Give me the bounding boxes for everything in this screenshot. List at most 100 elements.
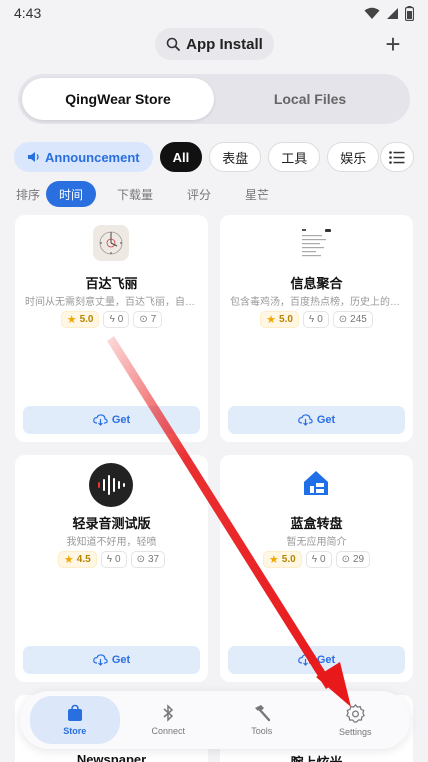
filter-chip-watchface[interactable]: 表盘 [209, 142, 262, 172]
filter-chip-all[interactable]: All [159, 142, 203, 172]
signal-icon [387, 7, 398, 19]
likes-value: 0 [115, 554, 121, 565]
cloud-download-icon [93, 654, 108, 666]
rating-value: 5.0 [279, 314, 293, 325]
get-button[interactable]: Get [228, 406, 405, 434]
app-icon-recorder [89, 463, 133, 507]
app-icon-bluebox [298, 465, 334, 501]
app-name: 蓝盒转盘 [290, 516, 343, 531]
app-name: 信息聚合 [290, 276, 343, 291]
app-icon-news [298, 225, 334, 261]
nav-tools-label: Tools [251, 726, 273, 736]
store-bag-icon [67, 704, 82, 721]
cloud-download-icon [298, 414, 313, 426]
get-label: Get [316, 654, 336, 666]
get-label: Get [111, 654, 131, 666]
nav-tools[interactable]: Tools [217, 696, 307, 744]
app-stats: ★ 5.0 ϟ0 ⊙ 245 [220, 311, 413, 328]
status-bar: 4:43 [0, 0, 428, 26]
app-card[interactable]: 信息聚合 包含毒鸡汤，百度热点榜，历史上的今… ★ 5.0 ϟ0 ⊙ 245 Get [220, 215, 413, 442]
search-title-pill[interactable]: App Install [155, 28, 274, 60]
app-name: Newspaper [76, 752, 147, 762]
filter-row: Announcement All 表盘 工具 娱乐 [14, 142, 428, 172]
thumb-icon: ϟ [109, 314, 115, 325]
star-icon: ★ [268, 554, 279, 566]
downloads-badge: ⊙ 37 [130, 551, 166, 568]
sort-label: 排序 [16, 187, 41, 202]
star-icon: ★ [66, 314, 77, 326]
app-stats: ★ 4.5 ϟ0 ⊙ 37 [15, 551, 208, 568]
cloud-download-icon [298, 654, 313, 666]
app-name: 百达飞丽 [85, 276, 138, 291]
likes-badge: ϟ0 [305, 551, 332, 568]
nav-store[interactable]: Store [30, 696, 120, 744]
bottom-nav: Store Connect Tools Settings [20, 691, 410, 749]
likes-value: 0 [117, 314, 124, 325]
rating-value: 5.0 [281, 554, 296, 565]
get-label: Get [111, 414, 131, 426]
filter-chip-tools[interactable]: 工具 [268, 142, 321, 172]
downloads-badge: ⊙ 29 [335, 551, 371, 568]
rating-badge: ★ 5.0 [262, 551, 302, 568]
app-description: 时间从无需刻意丈量，百达飞丽，自为… [25, 297, 198, 308]
top-bar: App Install + [0, 26, 428, 64]
rating-value: 4.5 [76, 554, 91, 565]
category-list-button[interactable] [380, 142, 414, 172]
downloads-value: 7 [150, 314, 157, 325]
sort-option-star[interactable]: 星芒 [232, 181, 282, 207]
likes-badge: ϟ0 [302, 311, 329, 328]
battery-icon [405, 5, 414, 21]
download-count-icon: ⊙ [136, 554, 145, 565]
source-tabs: QingWear Store Local Files [18, 74, 410, 124]
app-card[interactable]: 蓝盒转盘 暂无应用简介 ★ 5.0 ϟ0 ⊙ 29 Get [220, 455, 413, 682]
page-title: App Install [186, 35, 263, 53]
search-icon [166, 37, 181, 51]
star-icon: ★ [63, 554, 74, 566]
star-icon: ★ [266, 314, 277, 326]
status-time: 4:43 [14, 5, 42, 21]
app-card[interactable]: 百达飞丽 时间从无需刻意丈量，百达飞丽，自为… ★ 5.0 ϟ0 ⊙ 7 Get [15, 215, 208, 442]
wifi-icon [364, 7, 380, 19]
announcement-chip[interactable]: Announcement [14, 142, 153, 172]
tab-local-files[interactable]: Local Files [214, 78, 406, 120]
add-button[interactable]: + [380, 29, 406, 59]
likes-badge: ϟ0 [100, 551, 127, 568]
get-button[interactable]: Get [228, 646, 405, 674]
sort-option-rating[interactable]: 评分 [174, 181, 224, 207]
app-description: 包含毒鸡汤，百度热点榜，历史上的今… [230, 297, 403, 308]
app-stats: ★ 5.0 ϟ0 ⊙ 7 [15, 311, 208, 328]
rating-value: 5.0 [79, 314, 94, 325]
nav-connect-label: Connect [151, 726, 186, 736]
app-description: 暂无应用简介 [286, 537, 347, 548]
hammer-icon [254, 705, 270, 722]
sort-option-downloads[interactable]: 下载量 [104, 181, 166, 207]
sort-row: 排序 时间 下载量 评分 星芒 [16, 181, 290, 207]
download-count-icon: ⊙ [338, 314, 348, 325]
tab-qingwear-store[interactable]: QingWear Store [22, 78, 214, 120]
nav-connect[interactable]: Connect [124, 696, 214, 744]
status-icons [364, 5, 414, 21]
filter-chip-entertainment[interactable]: 娱乐 [327, 142, 380, 172]
get-button[interactable]: Get [23, 406, 200, 434]
list-icon [389, 150, 405, 164]
downloads-value: 37 [147, 554, 160, 565]
nav-settings[interactable]: Settings [311, 696, 401, 744]
downloads-badge: ⊙ 245 [332, 311, 373, 328]
thumb-icon: ϟ [308, 314, 315, 325]
get-button[interactable]: Get [23, 646, 200, 674]
likes-value: 0 [320, 554, 326, 565]
download-count-icon: ⊙ [139, 314, 148, 325]
nav-store-label: Store [63, 726, 87, 736]
downloads-value: 245 [350, 314, 367, 325]
cloud-download-icon [93, 414, 108, 426]
app-card[interactable]: 轻录音测试版 我知道不好用，轻喷 ★ 4.5 ϟ0 ⊙ 37 Get [15, 455, 208, 682]
sort-option-time[interactable]: 时间 [46, 181, 97, 207]
gear-icon [345, 703, 365, 723]
app-name: 轻录音测试版 [72, 516, 151, 531]
downloads-badge: ⊙ 7 [133, 311, 163, 328]
downloads-value: 29 [352, 554, 365, 565]
app-name: 腕上炫光 [220, 752, 413, 762]
likes-value: 0 [317, 314, 323, 325]
get-label: Get [316, 414, 336, 426]
bluetooth-icon [163, 704, 174, 722]
